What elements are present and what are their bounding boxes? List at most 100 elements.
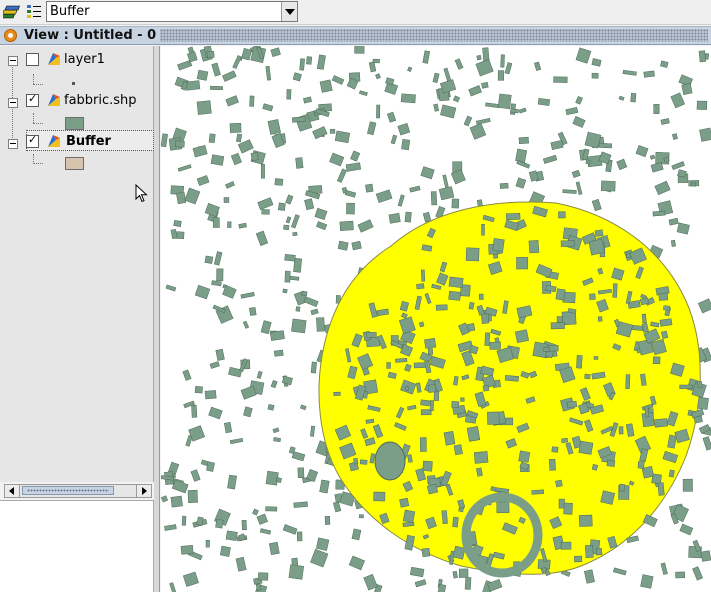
building-footprint	[600, 490, 616, 505]
layer-label-layer1[interactable]: layer1	[64, 52, 105, 67]
legend-connector	[33, 74, 34, 84]
building-footprint	[267, 119, 281, 135]
building-footprint	[316, 317, 325, 332]
building-footprint	[401, 139, 411, 151]
building-footprint	[618, 95, 625, 101]
building-footprint	[600, 180, 616, 192]
building-footprint	[420, 409, 432, 416]
building-footprint	[354, 46, 365, 54]
building-footprint	[443, 67, 452, 82]
building-footprint	[578, 514, 593, 527]
scroll-left-arrow-icon[interactable]	[5, 485, 20, 497]
view-globe-icon	[4, 29, 17, 42]
building-footprint	[469, 122, 487, 140]
building-footprint	[282, 288, 288, 294]
collapse-buffer-toggle[interactable]	[8, 139, 18, 149]
building-footprint	[560, 541, 572, 550]
building-footprint	[616, 158, 628, 171]
building-footprint	[584, 131, 602, 149]
building-footprint	[372, 58, 380, 64]
building-footprint	[385, 77, 395, 86]
building-footprint	[366, 331, 377, 338]
building-footprint	[258, 572, 269, 581]
building-footprint	[598, 142, 613, 149]
building-footprint	[489, 341, 501, 350]
building-footprint	[670, 239, 676, 247]
building-footprint	[210, 154, 225, 166]
building-footprint	[465, 247, 480, 262]
map-view[interactable]	[161, 46, 711, 592]
building-footprint	[698, 50, 707, 63]
layer-label-fabbric[interactable]: fabbric.shp	[64, 93, 137, 108]
building-footprint	[487, 411, 500, 425]
building-footprint	[451, 198, 460, 209]
collapse-fabbric-toggle[interactable]	[8, 98, 18, 108]
building-footprint	[693, 415, 703, 424]
building-footprint	[187, 46, 194, 53]
building-footprint	[295, 157, 304, 169]
building-footprint	[421, 269, 426, 282]
vector-layer-icon	[47, 52, 61, 66]
building-footprint	[216, 268, 224, 282]
layer1-visibility-checkbox[interactable]	[26, 53, 39, 66]
buffer-visibility-checkbox[interactable]: ✓	[26, 133, 39, 148]
building-footprint	[585, 159, 591, 165]
building-footprint	[575, 47, 592, 64]
layer-label-buffer[interactable]: Buffer	[66, 134, 111, 149]
building-footprint	[165, 284, 177, 292]
building-footprint	[229, 437, 244, 445]
building-footprint	[262, 103, 274, 112]
building-footprint	[485, 102, 500, 108]
collapse-layer1-toggle[interactable]	[8, 56, 18, 66]
building-footprint	[452, 516, 459, 528]
scroll-right-arrow-icon[interactable]	[136, 485, 151, 497]
legend-list-icon[interactable]	[25, 2, 45, 22]
layers-stack-icon[interactable]	[0, 2, 23, 22]
toc-horizontal-scrollbar[interactable]	[4, 484, 152, 498]
building-footprint	[260, 320, 272, 335]
building-footprint	[227, 221, 232, 228]
building-footprint	[310, 361, 317, 374]
title-bar-grip[interactable]	[160, 29, 708, 42]
building-footprint	[224, 421, 233, 434]
building-footprint	[351, 528, 362, 541]
building-footprint	[670, 92, 686, 109]
building-footprint	[359, 90, 368, 96]
building-footprint	[303, 96, 312, 104]
building-footprint	[359, 459, 368, 465]
building-footprint	[697, 396, 709, 410]
fabbric-visibility-checkbox[interactable]: ✓	[26, 92, 39, 107]
building-footprint	[622, 69, 637, 76]
building-footprint	[373, 491, 386, 502]
building-footprint	[184, 187, 201, 205]
building-footprint	[635, 145, 649, 158]
building-footprint	[269, 330, 285, 341]
scrollbar-thumb[interactable]	[22, 486, 114, 495]
building-footprint	[426, 483, 439, 495]
building-footprint	[422, 50, 431, 64]
map-canvas[interactable]	[161, 46, 711, 592]
vector-layer-icon	[47, 134, 61, 148]
building-footprint	[204, 255, 214, 264]
building-footprint	[506, 212, 521, 221]
building-footprint	[252, 508, 259, 516]
lower-panel	[0, 500, 154, 592]
building-footprint	[395, 358, 408, 363]
building-footprint	[177, 164, 192, 172]
building-footprint	[443, 431, 456, 446]
building-footprint	[215, 348, 225, 361]
pane-splitter[interactable]	[154, 46, 160, 592]
building-footprint	[346, 202, 355, 215]
building-footprint	[591, 198, 602, 212]
building-footprint	[518, 107, 527, 114]
building-footprint	[497, 70, 505, 81]
chevron-down-icon[interactable]	[281, 2, 297, 21]
building-footprint	[594, 229, 604, 237]
building-footprint	[452, 95, 461, 103]
building-footprint	[420, 399, 431, 407]
building-footprint	[422, 211, 432, 223]
active-layer-combo[interactable]: Buffer	[46, 1, 298, 22]
building-footprint	[386, 111, 397, 123]
building-footprint	[292, 72, 302, 82]
building-footprint	[187, 489, 198, 504]
